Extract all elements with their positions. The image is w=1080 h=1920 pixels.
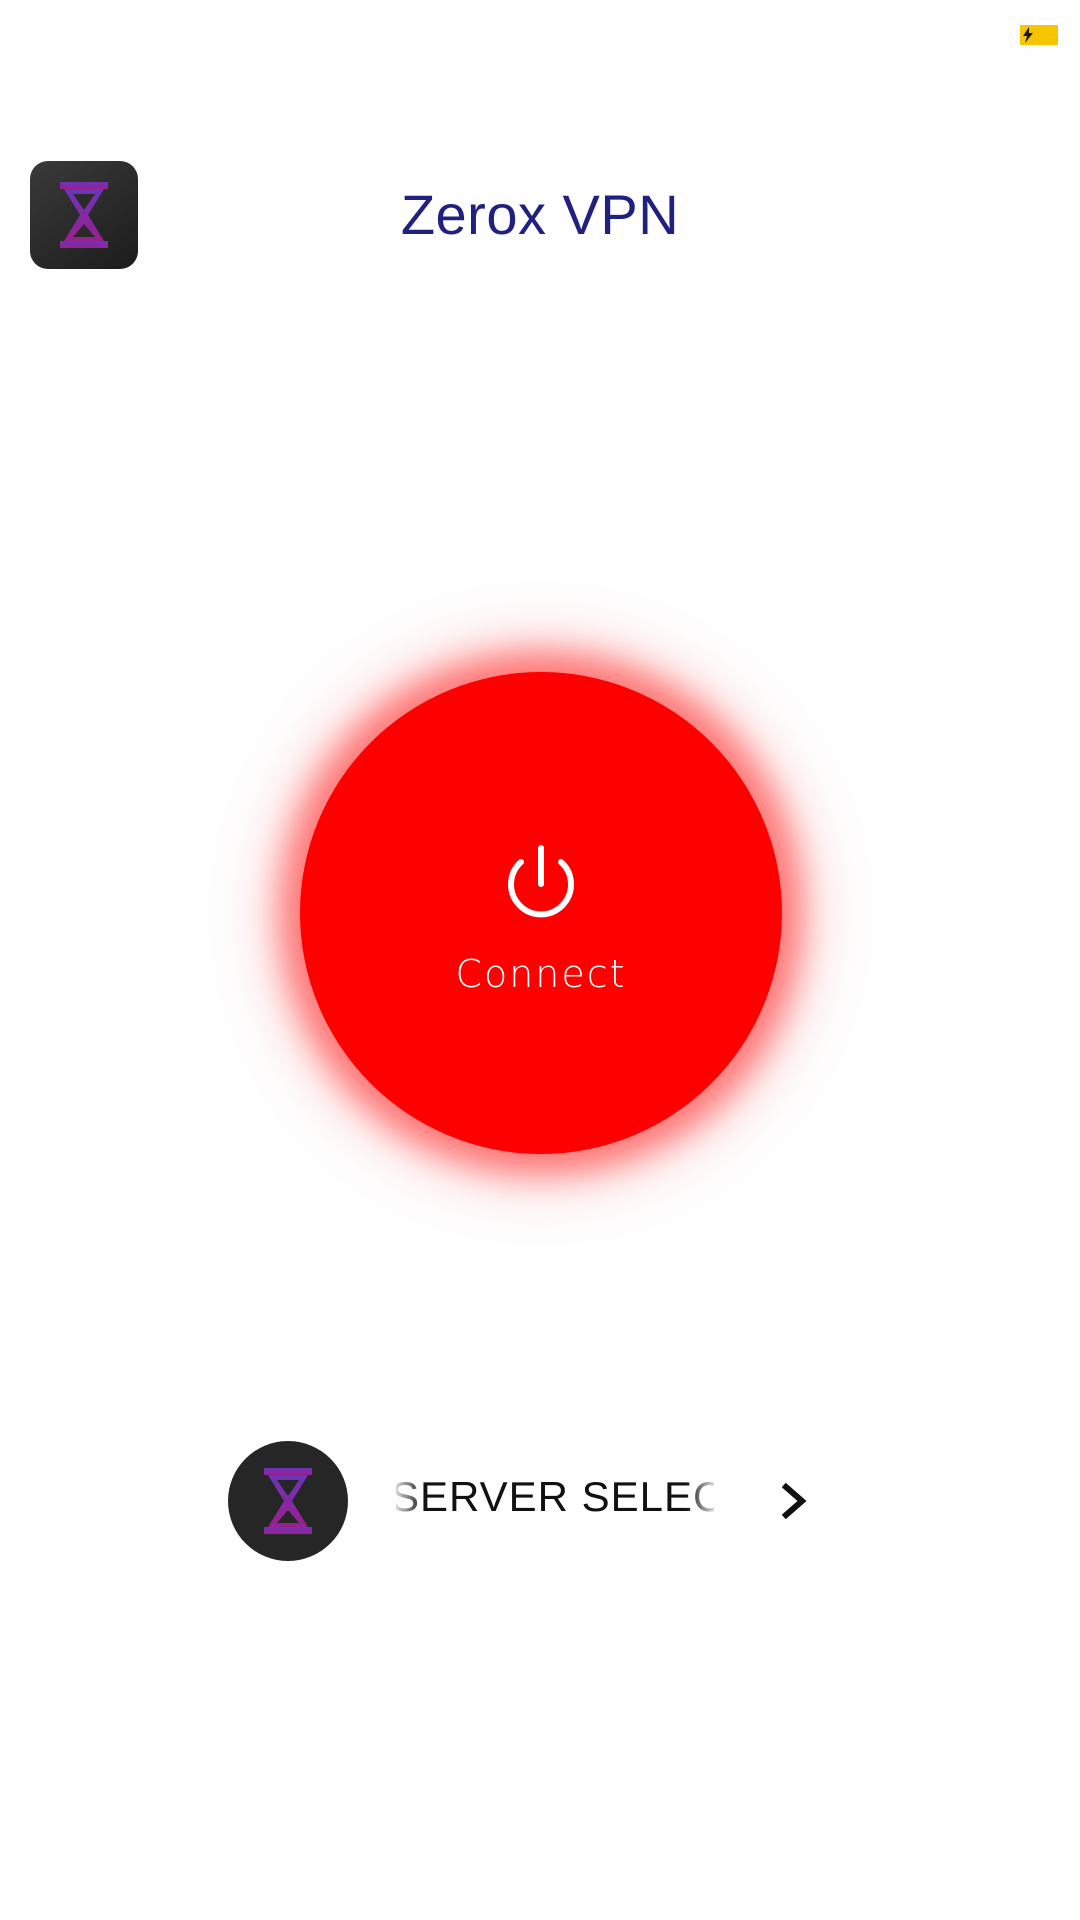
server-avatar bbox=[228, 1441, 348, 1561]
app-title: Zerox VPN bbox=[400, 183, 680, 246]
server-label-container: SERVER SELECT bbox=[396, 1469, 714, 1533]
vpn-home-screen: Zerox VPN Connect SERVER SELEC bbox=[0, 0, 1080, 1920]
hourglass-icon bbox=[264, 1468, 312, 1534]
connect-label: Connect bbox=[455, 952, 627, 996]
power-icon bbox=[508, 845, 574, 918]
server-select-label: SERVER SELECT bbox=[396, 1473, 714, 1520]
battery-icon bbox=[1020, 25, 1058, 45]
server-select-row[interactable]: SERVER SELECT bbox=[228, 1441, 818, 1561]
chevron-right-icon[interactable] bbox=[780, 1483, 808, 1519]
connect-button[interactable]: Connect bbox=[300, 672, 782, 1154]
lightning-icon bbox=[1023, 27, 1033, 43]
